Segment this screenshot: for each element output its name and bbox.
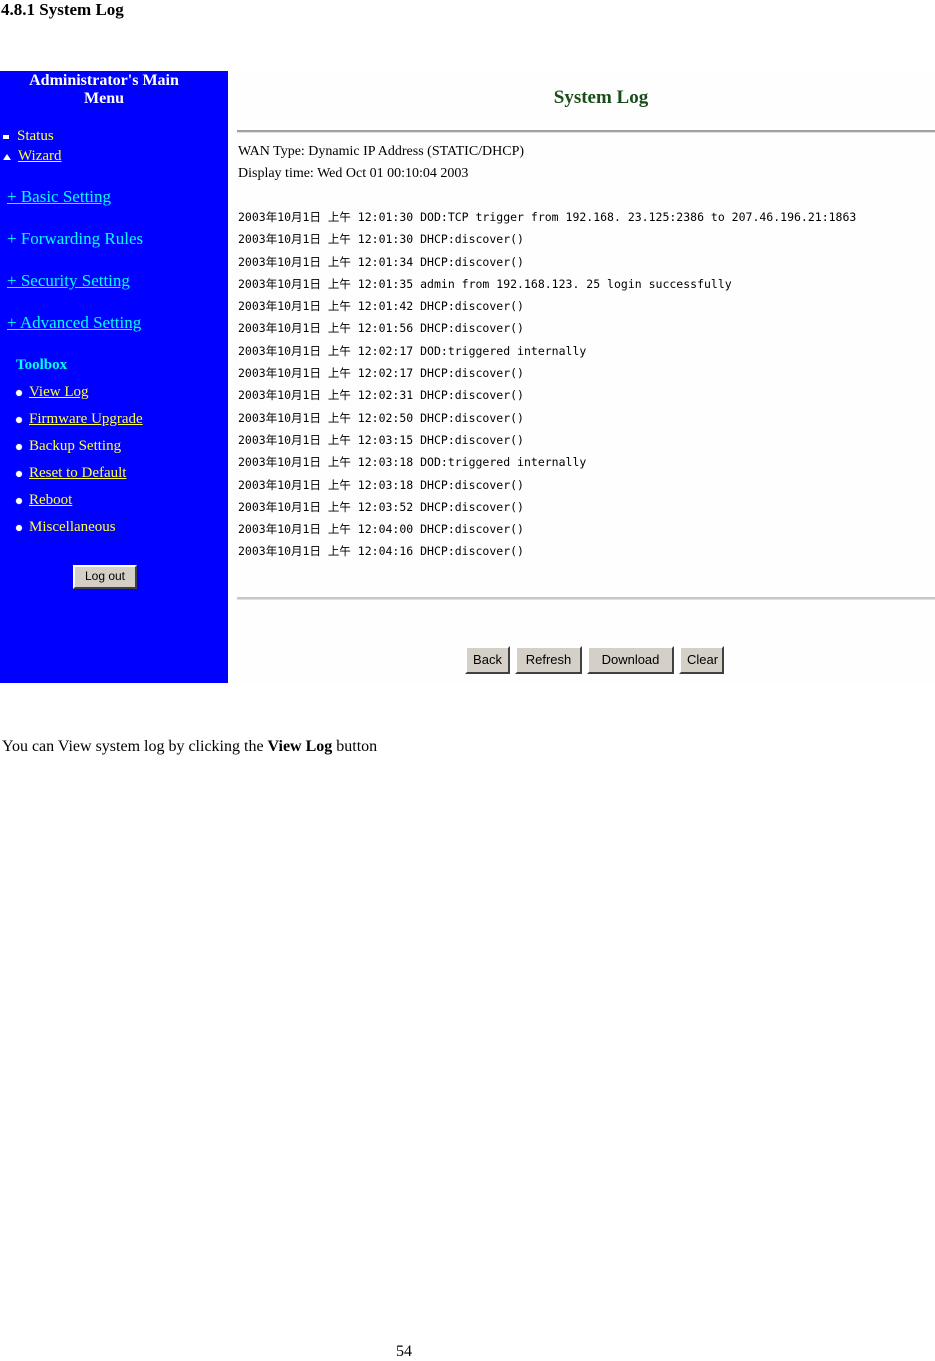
log-line: 2003年10月1日 上午 12:04:16 DHCP:discover()	[238, 544, 524, 559]
log-line: 2003年10月1日 上午 12:03:15 DHCP:discover()	[238, 432, 524, 447]
bullet-icon	[16, 389, 22, 396]
log-line: 2003年10月1日 上午 12:01:30 DOD:TCP trigger f…	[238, 210, 857, 224]
download-button[interactable]: Download	[587, 646, 674, 674]
bullet-icon	[16, 443, 22, 450]
wan-type-text: WAN Type: Dynamic IP Address (STATIC/DHC…	[238, 144, 525, 159]
bullet-icon	[16, 416, 22, 423]
bullet-icon	[16, 497, 22, 504]
log-line: 2003年10月1日 上午 12:03:18 DHCP:discover()	[238, 477, 524, 492]
caption-prefix: You can View system log by clicking the	[2, 738, 268, 755]
toolbox-heading: Toolbox	[16, 357, 68, 373]
sidebar-item-wizard[interactable]: Wizard	[3, 147, 62, 165]
toolbox-item-label: View Log	[29, 384, 89, 400]
sidebar-section-label: + Advanced Setting	[7, 313, 142, 332]
caption-suffix: button	[332, 738, 378, 755]
square-bullet-icon	[3, 134, 9, 139]
bullet-icon	[16, 524, 22, 531]
log-line: 2003年10月1日 上午 12:01:30 DHCP:discover()	[238, 232, 524, 247]
log-line: 2003年10月1日 上午 12:04:00 DHCP:discover()	[238, 522, 524, 537]
sidebar-title-line1: Administrator's Main	[29, 72, 179, 89]
log-line: 2003年10月1日 上午 12:03:52 DHCP:discover()	[238, 499, 524, 514]
sidebar-section-advanced-setting[interactable]: + Advanced Setting	[7, 314, 141, 332]
log-line: 2003年10月1日 上午 12:01:35 admin from 192.16…	[238, 276, 732, 291]
sidebar-item-status[interactable]: Status	[3, 127, 54, 145]
bullet-icon	[16, 470, 22, 477]
sidebar-section-security-setting[interactable]: + Security Setting	[7, 272, 130, 290]
admin-sidebar: Administrator's Main Menu Status Wizard …	[0, 71, 228, 683]
router-ui-screenshot: Administrator's Main Menu Status Wizard …	[0, 71, 935, 683]
log-line: 2003年10月1日 上午 12:02:17 DHCP:discover()	[238, 366, 524, 381]
toolbox-item-label: Reboot	[29, 492, 73, 508]
clear-button[interactable]: Clear	[679, 646, 724, 674]
toolbox-item-label: Firmware Upgrade	[29, 411, 143, 427]
caption: You can View system log by clicking the …	[2, 737, 377, 757]
refresh-button[interactable]: Refresh	[515, 646, 582, 674]
sidebar-section-label: + Basic Setting	[7, 187, 112, 206]
sidebar-title: Administrator's Main Menu	[0, 72, 208, 108]
toolbox-item-firmware-upgrade[interactable]: Firmware Upgrade	[16, 410, 143, 428]
display-time-text: Display time: Wed Oct 01 00:10:04 2003	[238, 166, 469, 181]
sidebar-section-forwarding-rules[interactable]: + Forwarding Rules	[7, 230, 143, 248]
divider	[237, 597, 935, 600]
triangle-bullet-icon	[3, 153, 11, 160]
log-line: 2003年10月1日 上午 12:01:42 DHCP:discover()	[238, 299, 524, 314]
sidebar-item-label: Status	[17, 128, 54, 144]
sidebar-item-label: Wizard	[18, 148, 62, 164]
toolbox-item-label: Backup Setting	[29, 438, 122, 454]
system-log-panel: System Log WAN Type: Dynamic IP Address …	[228, 71, 935, 683]
log-line: 2003年10月1日 上午 12:02:31 DHCP:discover()	[238, 388, 524, 403]
action-buttons: Back Refresh Download Clear	[465, 646, 724, 674]
toolbox-item-label: Reset to Default	[29, 465, 127, 481]
log-list: 2003年10月1日 上午 12:01:30 DOD:TCP trigger f…	[238, 206, 935, 563]
log-line: 2003年10月1日 上午 12:02:50 DHCP:discover()	[238, 410, 524, 425]
toolbox-item-backup-setting[interactable]: Backup Setting	[16, 437, 121, 455]
log-line: 2003年10月1日 上午 12:02:17 DOD:triggered int…	[238, 343, 587, 358]
back-button[interactable]: Back	[465, 646, 510, 674]
sidebar-section-basic-setting[interactable]: + Basic Setting	[7, 188, 111, 206]
sidebar-title-line2: Menu	[84, 90, 124, 107]
sidebar-section-label: + Forwarding Rules	[7, 229, 144, 248]
logout-button[interactable]: Log out	[73, 565, 137, 589]
toolbox-item-reboot[interactable]: Reboot	[16, 491, 72, 509]
sidebar-section-label: + Security Setting	[7, 271, 130, 290]
log-line: 2003年10月1日 上午 12:01:34 DHCP:discover()	[238, 254, 524, 269]
toolbox-item-miscellaneous[interactable]: Miscellaneous	[16, 518, 116, 536]
section-heading: 4.8.1 System Log	[1, 0, 124, 19]
page-number: 54	[396, 1343, 412, 1360]
log-line: 2003年10月1日 上午 12:03:18 DOD:triggered int…	[238, 455, 587, 470]
toolbox-item-label: Miscellaneous	[29, 519, 116, 535]
log-line: 2003年10月1日 上午 12:01:56 DHCP:discover()	[238, 321, 524, 336]
toolbox-item-view-log[interactable]: View Log	[16, 383, 89, 401]
toolbox-item-reset-to-default[interactable]: Reset to Default	[16, 464, 126, 482]
caption-bold: View Log	[267, 738, 333, 755]
divider	[237, 130, 935, 133]
page-title: System Log	[553, 87, 649, 108]
